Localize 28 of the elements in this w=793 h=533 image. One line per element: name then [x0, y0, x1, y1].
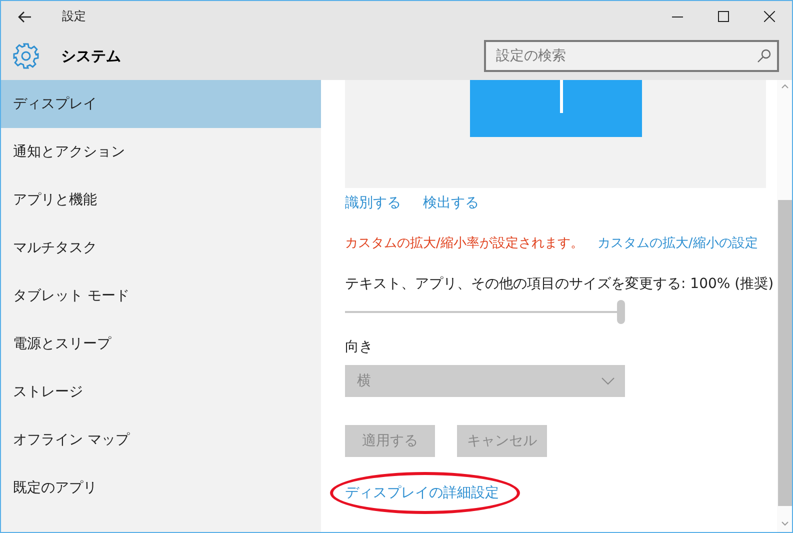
- search-field[interactable]: 設定の検索: [484, 40, 779, 72]
- notice-text: カスタムの拡大/縮小率が設定されます。: [345, 235, 584, 252]
- search-icon: [757, 49, 771, 63]
- close-icon: [764, 11, 774, 22]
- scale-slider[interactable]: [345, 300, 625, 324]
- window-title: 設定: [62, 8, 87, 25]
- sidebar-item[interactable]: ストレージ: [1, 368, 321, 416]
- sidebar-item[interactable]: 既定のアプリ: [1, 464, 321, 512]
- sidebar-item[interactable]: オフライン マップ: [1, 416, 321, 464]
- action-link[interactable]: 識別する: [345, 194, 401, 212]
- sidebar-item[interactable]: アプリと機能: [1, 176, 321, 224]
- sidebar-item[interactable]: 電源とスリープ: [1, 320, 321, 368]
- action-link[interactable]: 検出する: [423, 194, 479, 212]
- scrollbar[interactable]: [777, 80, 792, 532]
- sidebar-item[interactable]: ディスプレイ: [1, 80, 321, 128]
- gear-icon: [13, 43, 39, 69]
- chevron-down-icon: [601, 377, 615, 385]
- custom-scaling-link[interactable]: カスタムの拡大/縮小の設定: [597, 234, 758, 252]
- slider-thumb[interactable]: [617, 300, 625, 324]
- sidebar-item[interactable]: マルチタスク: [1, 224, 321, 272]
- back-arrow-icon: [18, 10, 32, 22]
- sidebar-item[interactable]: タブレット モード: [1, 272, 321, 320]
- advanced-display-link[interactable]: ディスプレイの詳細設定: [345, 484, 499, 502]
- orientation-label: 向き: [345, 338, 373, 356]
- scale-label: テキスト、アプリ、その他の項目のサイズを変更する: 100% (推奨): [345, 275, 774, 293]
- page-title: システム: [61, 46, 122, 66]
- sidebar-item[interactable]: 通知とアクション: [1, 128, 321, 176]
- maximize-icon: [718, 11, 728, 22]
